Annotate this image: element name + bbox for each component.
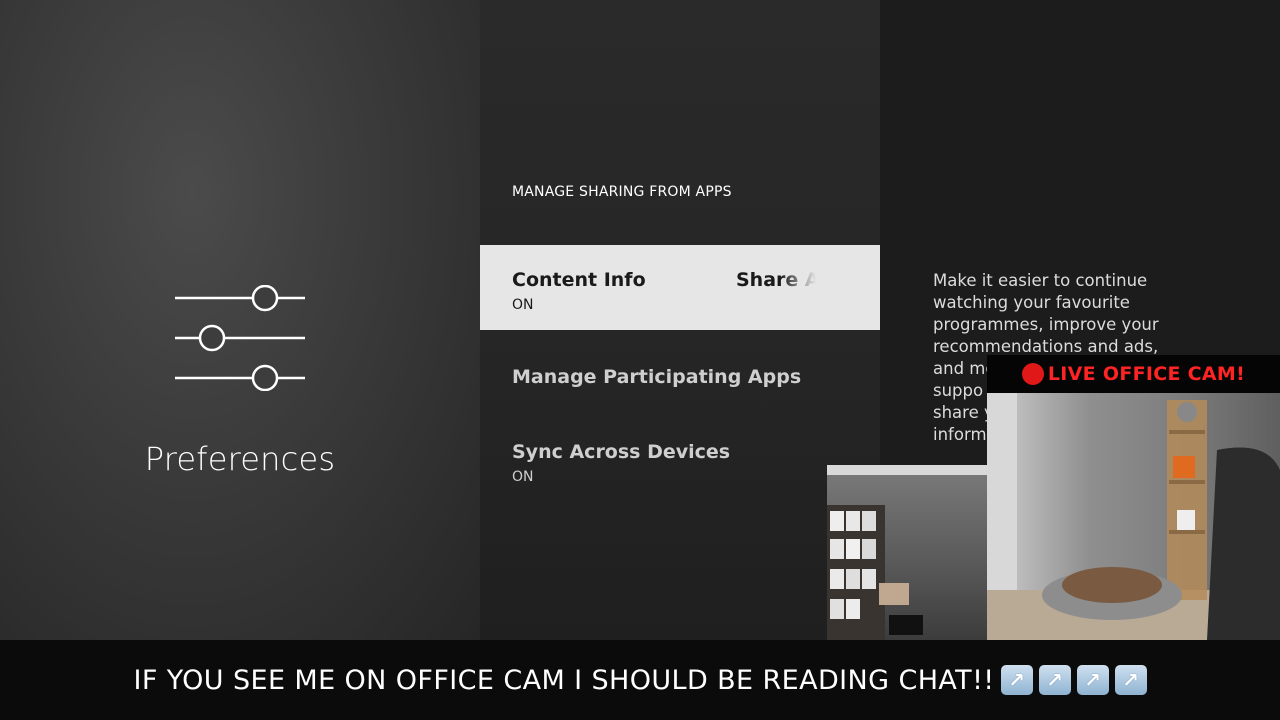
section-title: MANAGE SHARING FROM APPS <box>512 184 732 200</box>
webcam-feed-secondary <box>827 465 989 640</box>
ticker-text: IF YOU SEE ME ON OFFICE CAM I SHOULD BE … <box>133 664 995 696</box>
webcam-feed-main <box>987 390 1280 640</box>
sliders-icon <box>175 285 305 391</box>
up-right-arrow-icon: ↗ <box>1114 665 1147 695</box>
menu-item-label: Manage Participating Apps <box>512 366 802 388</box>
up-right-arrow-icon: ↗ <box>1000 665 1033 695</box>
up-right-arrow-icon: ↗ <box>1076 665 1109 695</box>
menu-item-label: Sync Across Devices <box>512 441 731 463</box>
sharing-menu: MANAGE SHARING FROM APPS Content Info ON… <box>480 0 880 640</box>
live-label: LIVE OFFICE CAM! <box>1047 363 1246 385</box>
preferences-title: Preferences <box>144 440 336 478</box>
bottom-ticker: IF YOU SEE ME ON OFFICE CAM I SHOULD BE … <box>0 640 1280 720</box>
up-right-arrow-icon: ↗ <box>1038 665 1071 695</box>
menu-item-value: ON <box>512 297 534 313</box>
shelf-image <box>827 465 989 640</box>
menu-item-sync-across-devices[interactable]: Sync Across Devices ON <box>480 425 880 495</box>
menu-item-content-info[interactable]: Content Info ON Share A <box>480 245 880 330</box>
description-line: Make it easier to continue <box>933 271 1148 290</box>
menu-item-label-share[interactable]: Share A <box>736 269 816 291</box>
description-line: programmes, improve your <box>933 315 1159 334</box>
live-office-cam-banner: LIVE OFFICE CAM! <box>987 355 1280 393</box>
preferences-panel: Preferences <box>0 0 480 640</box>
menu-item-manage-participating-apps[interactable]: Manage Participating Apps <box>480 350 880 410</box>
menu-item-value: ON <box>512 469 534 485</box>
red-circle-icon <box>1021 363 1044 385</box>
office-image <box>987 390 1280 640</box>
description-line: watching your favourite <box>933 293 1130 312</box>
menu-item-label: Content Info <box>512 269 646 291</box>
